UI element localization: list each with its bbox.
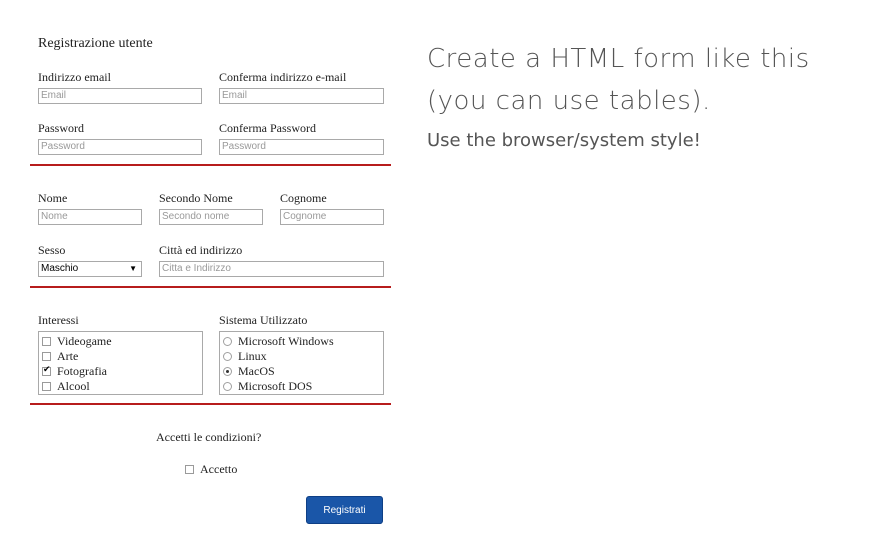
checkbox[interactable]	[42, 337, 51, 346]
confirm-email-field[interactable]: Email	[219, 88, 384, 104]
sistema-option[interactable]: Linux	[223, 349, 267, 364]
instructions-line-1: Create a HTML form like this	[427, 44, 810, 74]
checkbox[interactable]	[42, 364, 51, 376]
sistema-option-label: Microsoft DOS	[238, 379, 313, 393]
confirm-email-label: Conferma indirizzo e-mail	[219, 70, 347, 84]
sesso-label: Sesso	[38, 243, 66, 257]
cognome-label: Cognome	[280, 191, 327, 205]
sesso-value: Maschio	[41, 263, 79, 274]
interesse-option[interactable]: Fotografia	[42, 364, 107, 379]
sistema-box: Microsoft Windows Linux MacOS Microsoft …	[219, 331, 384, 395]
interesse-label: Fotografia	[57, 364, 107, 378]
secondo-nome-field[interactable]: Secondo nome	[159, 209, 263, 225]
section-divider	[30, 286, 391, 288]
instructions-line-2: (you can use tables).	[427, 86, 711, 116]
password-field[interactable]: Password	[38, 139, 202, 155]
condizioni-label: Accetti le condizioni?	[156, 430, 262, 444]
checkbox[interactable]	[42, 352, 51, 361]
interesse-label: Videogame	[57, 334, 112, 348]
radio-button[interactable]	[223, 337, 232, 346]
sistema-option[interactable]: MacOS	[223, 364, 275, 379]
sistema-option-label: Microsoft Windows	[238, 334, 334, 348]
sistema-option-label: Linux	[238, 349, 267, 363]
interesse-label: Arte	[57, 349, 79, 363]
instructions-line-3: Use the browser/system style!	[427, 130, 701, 151]
sistema-option[interactable]: Microsoft DOS	[223, 379, 312, 394]
interesse-option[interactable]: Videogame	[42, 334, 112, 349]
section-divider	[30, 403, 391, 405]
cognome-field[interactable]: Cognome	[280, 209, 384, 225]
checkbox[interactable]	[42, 382, 51, 391]
registrati-button[interactable]: Registrati	[306, 496, 383, 524]
sistema-option[interactable]: Microsoft Windows	[223, 334, 334, 349]
email-field[interactable]: Email	[38, 88, 202, 104]
password-label: Password	[38, 121, 85, 135]
accetto-option[interactable]: Accetto	[185, 462, 237, 477]
section-divider	[30, 164, 391, 166]
confirm-password-label: Conferma Password	[219, 121, 316, 135]
citta-label: Città ed indirizzo	[159, 243, 243, 257]
confirm-password-field[interactable]: Password	[219, 139, 384, 155]
radio-button[interactable]	[223, 382, 232, 391]
sesso-select[interactable]: Maschio ▼	[38, 261, 142, 277]
citta-field[interactable]: Citta e Indirizzo	[159, 261, 384, 277]
interesse-option[interactable]: Arte	[42, 349, 78, 364]
interesse-label: Alcool	[57, 379, 90, 393]
interesse-option[interactable]: Alcool	[42, 379, 90, 394]
radio-button[interactable]	[223, 367, 232, 376]
interessi-box: Videogame Arte Fotografia Alcool	[38, 331, 203, 395]
email-label: Indirizzo email	[38, 70, 111, 84]
sistema-option-label: MacOS	[238, 364, 275, 378]
secondo-nome-label: Secondo Nome	[159, 191, 233, 205]
nome-label: Nome	[38, 191, 68, 205]
radio-button[interactable]	[223, 352, 232, 361]
accetto-checkbox[interactable]	[185, 465, 194, 474]
accetto-label: Accetto	[200, 462, 238, 476]
interessi-label: Interessi	[38, 313, 79, 327]
form-title: Registrazione utente	[38, 36, 153, 51]
instructions: Create a HTML form like this (you can us…	[427, 38, 810, 151]
nome-field[interactable]: Nome	[38, 209, 142, 225]
sistema-label: Sistema Utilizzato	[219, 313, 308, 327]
chevron-down-icon: ▼	[129, 264, 137, 273]
